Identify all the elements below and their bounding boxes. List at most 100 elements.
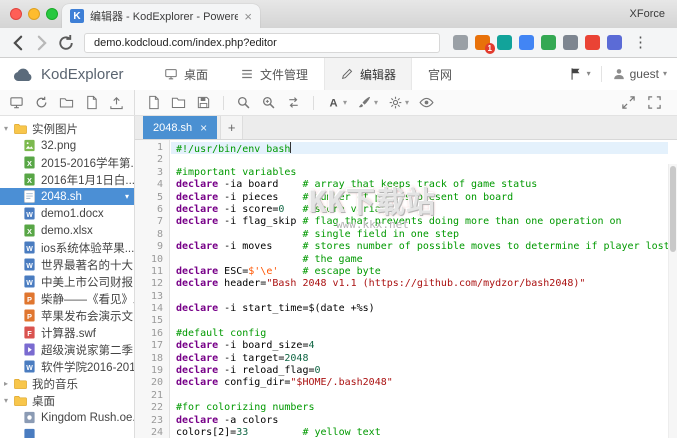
desktop-icon[interactable]	[9, 95, 24, 110]
editor-tab-2048-sh[interactable]: 2048.sh ×	[143, 116, 217, 139]
tree-item[interactable]: Wdemo1.docx	[0, 205, 134, 222]
code-line[interactable]	[171, 154, 668, 166]
tree-item-2048-sh[interactable]: 2048.sh▾	[0, 188, 134, 205]
forward-icon[interactable]	[32, 33, 52, 53]
code-line[interactable]: declare -i start_time=$(date +%s)	[171, 303, 668, 315]
browser-profile-name[interactable]: XForce	[630, 8, 665, 20]
refresh-icon[interactable]	[34, 95, 49, 110]
code-line[interactable]: declare -i board_size=4	[171, 340, 668, 352]
settings-icon[interactable]: ▾	[388, 95, 409, 110]
chevron-right-icon[interactable]: ▸	[4, 380, 14, 388]
window-minimize-button[interactable]	[28, 8, 40, 20]
tree-item[interactable]: Wios系统体验苹果...	[0, 239, 134, 256]
code-line[interactable]: declare -i flag_skip # flag that prevent…	[171, 216, 668, 228]
code-line[interactable]: declare -ia board # array that keeps tra…	[171, 179, 668, 191]
back-icon[interactable]	[8, 33, 28, 53]
tree-folder[interactable]: ▾实例图片	[0, 120, 134, 137]
chevron-down-icon[interactable]: ▾	[4, 397, 14, 405]
browser-menu-icon[interactable]: ⋮	[633, 35, 648, 50]
code-line[interactable]: declare -i score=0 # score variable	[171, 204, 668, 216]
tree-folder[interactable]: ▾桌面	[0, 392, 134, 409]
url-input[interactable]: demo.kodcloud.com/index.php?editor	[84, 33, 440, 53]
extension-icon-5[interactable]	[541, 35, 556, 50]
extension-icon-7[interactable]	[585, 35, 600, 50]
code-line[interactable]: # the game	[171, 254, 668, 266]
tree-item[interactable]: F计算器.swf	[0, 324, 134, 341]
editor-tab-close-icon[interactable]: ×	[200, 122, 207, 134]
window-close-button[interactable]	[10, 8, 22, 20]
monitor-icon	[164, 67, 178, 81]
window-zoom-button[interactable]	[46, 8, 58, 20]
scrollbar-thumb[interactable]	[670, 166, 676, 252]
code-line[interactable]: #default config	[171, 328, 668, 340]
extension-icon-4[interactable]	[519, 35, 534, 50]
browser-tab[interactable]: K 编辑器 - KodExplorer - Powere ×	[62, 4, 260, 28]
code-line[interactable]: #for colorizing numbers	[171, 402, 668, 414]
nav-item-desktop[interactable]: 桌面	[148, 58, 224, 90]
image-file-icon	[23, 139, 36, 152]
code-line[interactable]	[171, 291, 668, 303]
chevron-down-icon[interactable]: ▾	[4, 125, 14, 133]
extension-icon-8[interactable]	[607, 35, 622, 50]
theme-icon[interactable]: ▾	[357, 95, 378, 110]
tree-item[interactable]: W世界最著名的十大...	[0, 256, 134, 273]
preview-icon[interactable]	[419, 95, 434, 110]
tree-item[interactable]: 超级演说家第二季...	[0, 341, 134, 358]
code-lines[interactable]: #!/usr/bin/env bash#important variablesd…	[171, 140, 668, 438]
code-line[interactable]	[171, 315, 668, 327]
extension-icon-6[interactable]	[563, 35, 578, 50]
tree-item[interactable]: Kingdom Rush.oe...	[0, 409, 134, 426]
item-menu-caret-icon[interactable]: ▾	[125, 192, 134, 201]
tree-item[interactable]: W中美上市公司财报...	[0, 273, 134, 290]
code-line[interactable]: declare -a colors	[171, 415, 668, 427]
app-logo[interactable]: KodExplorer	[0, 58, 142, 90]
editor-scrollbar[interactable]	[668, 164, 677, 438]
code-line[interactable]	[171, 390, 668, 402]
code-line[interactable]: #important variables	[171, 167, 668, 179]
tab-close-icon[interactable]: ×	[244, 10, 252, 23]
code-line[interactable]: declare -i target=2048	[171, 353, 668, 365]
reload-icon[interactable]	[56, 33, 76, 53]
tree-item[interactable]	[0, 426, 134, 438]
code-line[interactable]: declare config_dir="$HOME/.bash2048"	[171, 377, 668, 389]
tree-item[interactable]: Xdemo.xlsx	[0, 222, 134, 239]
nav-item-official-site[interactable]: 官网	[412, 58, 468, 90]
tree-item[interactable]: W软件学院2016-201...	[0, 358, 134, 375]
new-file-icon[interactable]	[84, 95, 99, 110]
tree-item[interactable]: X2015-2016学年第...	[0, 154, 134, 171]
new-tab-button[interactable]: +	[220, 116, 243, 139]
code-editor[interactable]: 123456789101112131415161718192021222324 …	[135, 140, 677, 438]
tree-item[interactable]: X2016年1月1日白...	[0, 171, 134, 188]
search-next-icon[interactable]	[261, 95, 276, 110]
code-line[interactable]: # single field in one step	[171, 229, 668, 241]
tree-item[interactable]: P柴静——《看见》发...	[0, 290, 134, 307]
word-file-icon: W	[23, 258, 36, 271]
search-icon[interactable]	[236, 95, 251, 110]
code-line[interactable]: declare -i reload_flag=0	[171, 365, 668, 377]
extension-icon-3[interactable]	[497, 35, 512, 50]
code-line[interactable]: declare -i pieces # number of pieces pre…	[171, 192, 668, 204]
code-line[interactable]: #!/usr/bin/env bash	[171, 142, 668, 154]
upload-icon[interactable]	[109, 95, 124, 110]
code-line[interactable]: colors[2]=33 # yellow text	[171, 427, 668, 438]
user-menu-button[interactable]: guest ▾	[602, 58, 677, 90]
save-icon[interactable]	[196, 95, 211, 110]
new-folder-icon[interactable]	[59, 95, 74, 110]
nav-item-file-manager[interactable]: 文件管理	[224, 58, 324, 90]
code-line[interactable]: declare ESC=$'\e' # escape byte	[171, 266, 668, 278]
nav-item-editor[interactable]: 编辑器	[324, 58, 412, 90]
open-file-icon[interactable]	[171, 95, 186, 110]
font-size-icon[interactable]: A▾	[326, 95, 347, 110]
code-line[interactable]: declare header="Bash 2048 v1.1 (https://…	[171, 278, 668, 290]
tree-item[interactable]: 32.png	[0, 137, 134, 154]
extension-icon-1[interactable]	[453, 35, 468, 50]
fullscreen-icon[interactable]	[647, 95, 662, 110]
replace-icon[interactable]	[286, 95, 301, 110]
expand-icon[interactable]	[621, 95, 636, 110]
language-flag-button[interactable]: ▾	[559, 58, 601, 90]
tree-folder[interactable]: ▸我的音乐	[0, 375, 134, 392]
extension-icon-2[interactable]: 1	[475, 35, 490, 50]
code-line[interactable]: declare -i moves # stores number of poss…	[171, 241, 668, 253]
new-file-icon[interactable]	[146, 95, 161, 110]
tree-item[interactable]: P苹果发布会演示文...	[0, 307, 134, 324]
